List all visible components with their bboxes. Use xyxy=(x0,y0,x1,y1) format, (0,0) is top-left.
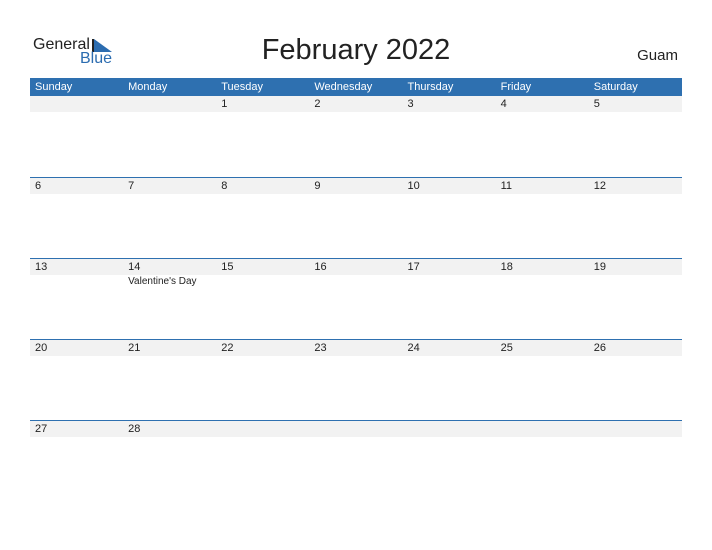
day-number: 8 xyxy=(221,180,228,192)
day-number xyxy=(123,96,216,112)
holiday-label xyxy=(589,275,682,289)
date-strip: 1 2 3 4 5 xyxy=(30,96,682,112)
holiday-label xyxy=(403,275,496,289)
day-number: 25 xyxy=(500,342,513,354)
day-number: 4 xyxy=(500,98,507,110)
day-number: 6 xyxy=(35,180,42,192)
week-row: 13 14 15 16 17 18 19 Valentine's Day xyxy=(30,258,682,339)
day-number: 15 xyxy=(221,261,234,273)
holiday-label: Valentine's Day xyxy=(128,276,197,287)
day-number: 7 xyxy=(128,180,135,192)
date-strip: 20 21 22 23 24 25 26 xyxy=(30,340,682,356)
region-label: Guam xyxy=(637,47,678,64)
week-row: 6 7 8 9 10 11 12 xyxy=(30,177,682,258)
calendar-grid: Sunday Monday Tuesday Wednesday Thursday Frid… xyxy=(30,78,682,501)
week-row: 27 28 xyxy=(30,420,682,501)
day-number: 5 xyxy=(593,98,600,110)
weekday-sunday: Sunday xyxy=(35,81,73,93)
day-number xyxy=(403,421,496,437)
day-number: 20 xyxy=(35,342,48,354)
holiday-label xyxy=(30,275,123,289)
holiday-label xyxy=(309,275,402,289)
weekday-thursday: Thursday xyxy=(407,81,454,93)
day-number: 24 xyxy=(407,342,420,354)
day-number: 28 xyxy=(128,423,141,435)
weekday-friday: Friday xyxy=(500,81,532,93)
day-number: 13 xyxy=(35,261,48,273)
day-number: 16 xyxy=(314,261,327,273)
weekday-monday: Monday xyxy=(128,81,168,93)
holiday-label xyxy=(496,275,589,289)
day-number: 22 xyxy=(221,342,234,354)
date-strip: 27 28 xyxy=(30,421,682,437)
day-number xyxy=(496,421,589,437)
events-row: Valentine's Day xyxy=(30,275,682,289)
day-number: 12 xyxy=(593,180,606,192)
day-number: 17 xyxy=(407,261,420,273)
date-strip: 13 14 15 16 17 18 19 xyxy=(30,259,682,275)
date-strip: 6 7 8 9 10 11 12 xyxy=(30,178,682,194)
day-number: 18 xyxy=(500,261,513,273)
calendar-title: February 2022 xyxy=(261,34,451,66)
day-number: 1 xyxy=(221,98,228,110)
day-number: 21 xyxy=(128,342,141,354)
holiday-label xyxy=(216,275,309,289)
week-row: 1 2 3 4 5 xyxy=(30,96,682,177)
day-number: 14 xyxy=(128,261,141,273)
day-number xyxy=(309,421,402,437)
day-number: 3 xyxy=(407,98,414,110)
day-number xyxy=(216,421,309,437)
day-number: 27 xyxy=(35,423,48,435)
weekday-saturday: Saturday xyxy=(593,81,638,93)
weekday-tuesday: Tuesday xyxy=(221,81,264,93)
day-number: 23 xyxy=(314,342,327,354)
weekday-header: Sunday Monday Tuesday Wednesday Thursday Frid… xyxy=(30,78,682,96)
day-number: 10 xyxy=(407,180,420,192)
day-number: 2 xyxy=(314,98,321,110)
day-number xyxy=(30,96,123,112)
week-row: 20 21 22 23 24 25 26 xyxy=(30,339,682,420)
day-number: 11 xyxy=(500,180,513,192)
day-number: 26 xyxy=(593,342,606,354)
weekday-wednesday: Wednesday xyxy=(314,81,373,93)
day-number xyxy=(589,421,682,437)
day-number: 19 xyxy=(593,261,606,273)
day-number: 9 xyxy=(314,180,321,192)
